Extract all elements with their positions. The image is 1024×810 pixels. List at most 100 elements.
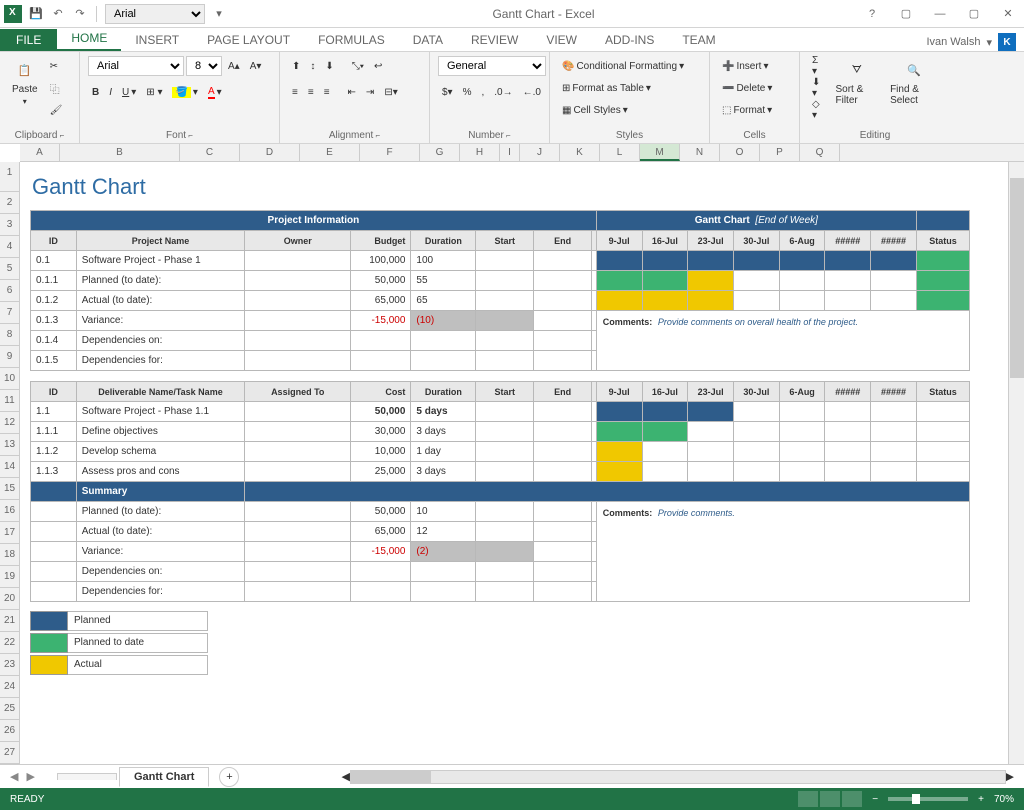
row-header-9[interactable]: 9 [0, 346, 20, 368]
row-header-12[interactable]: 12 [0, 412, 20, 434]
find-select-button[interactable]: 🔍 Find & Select [886, 56, 942, 108]
orientation-icon[interactable]: ⤡▾ [348, 56, 368, 76]
zoom-in-icon[interactable]: + [978, 794, 984, 805]
task-row[interactable]: 1.1Software Project - Phase 1.150,0005 d… [31, 402, 970, 422]
font-size-combo[interactable]: 8 [186, 56, 222, 76]
row-header-5[interactable]: 5 [0, 258, 20, 280]
col-header-N[interactable]: N [680, 144, 720, 161]
align-center-icon[interactable]: ≡ [304, 82, 318, 102]
align-top-icon[interactable]: ⬆ [288, 56, 304, 76]
sheet-tab-gantt[interactable]: Gantt Chart [119, 767, 210, 787]
paste-button[interactable]: 📋 Paste ▾ [8, 56, 42, 108]
row-header-19[interactable]: 19 [0, 566, 20, 588]
minimize-icon[interactable]: — [928, 4, 952, 24]
row-header-22[interactable]: 22 [0, 632, 20, 654]
merge-center-icon[interactable]: ⊟▾ [380, 82, 401, 102]
task-row[interactable]: 1.1.1Define objectives30,0003 days [31, 422, 970, 442]
border-button[interactable]: ⊞ ▾ [142, 82, 166, 102]
tab-data[interactable]: DATA [399, 29, 457, 51]
row-header-7[interactable]: 7 [0, 302, 20, 324]
help-icon[interactable]: ? [860, 4, 884, 24]
summary-row[interactable]: Planned (to date):50,00010Comments: Prov… [31, 502, 970, 522]
row-header-13[interactable]: 13 [0, 434, 20, 456]
cell-styles-button[interactable]: ▦ Cell Styles ▾ [558, 100, 632, 120]
row-header-1[interactable]: 1 [0, 162, 20, 192]
qat-dropdown-icon[interactable]: ▾ [211, 6, 227, 22]
row-header-18[interactable]: 18 [0, 544, 20, 566]
tab-team[interactable]: TEAM [668, 29, 729, 51]
row-header-17[interactable]: 17 [0, 522, 20, 544]
font-color-button[interactable]: A▾ [204, 82, 226, 102]
col-header-G[interactable]: G [420, 144, 460, 161]
clear-icon[interactable]: ◇ ▾ [808, 100, 828, 120]
tab-review[interactable]: REVIEW [457, 29, 532, 51]
accounting-format-icon[interactable]: $▾ [438, 82, 457, 102]
cut-icon[interactable]: ✂ [46, 56, 67, 76]
wrap-text-icon[interactable]: ↩ [370, 56, 386, 76]
col-header-F[interactable]: F [360, 144, 420, 161]
row-header-11[interactable]: 11 [0, 390, 20, 412]
align-bottom-icon[interactable]: ⬇ [321, 56, 337, 76]
tab-addins[interactable]: ADD-INS [591, 29, 668, 51]
conditional-formatting-button[interactable]: 🎨 Conditional Formatting ▾ [558, 56, 688, 76]
col-header-M[interactable]: M [640, 144, 680, 161]
row-header-6[interactable]: 6 [0, 280, 20, 302]
increase-font-icon[interactable]: A▴ [224, 56, 244, 76]
percent-format-icon[interactable]: % [459, 82, 476, 102]
task-row[interactable]: 1.1.3Assess pros and cons25,0003 days [31, 462, 970, 482]
maximize-icon[interactable]: ▢ [962, 4, 986, 24]
underline-button[interactable]: U ▾ [118, 82, 140, 102]
fill-icon[interactable]: ⬇ ▾ [808, 78, 828, 98]
add-sheet-button[interactable]: + [219, 767, 239, 787]
col-header-C[interactable]: C [180, 144, 240, 161]
horizontal-scrollbar[interactable]: ◀▶ [341, 770, 1014, 784]
font-name-combo[interactable]: Arial [88, 56, 184, 76]
sheet-nav-prev-icon[interactable]: ◀ [10, 770, 18, 783]
qat-font-select[interactable]: Arial [105, 4, 205, 24]
tab-view[interactable]: VIEW [532, 29, 591, 51]
row-header-2[interactable]: 2 [0, 192, 20, 214]
delete-cells-button[interactable]: ➖ Delete ▾ [718, 78, 776, 98]
italic-button[interactable]: I [105, 82, 116, 102]
align-middle-icon[interactable]: ↕ [306, 56, 319, 76]
zoom-level[interactable]: 70% [994, 794, 1014, 805]
comma-format-icon[interactable]: , [478, 82, 489, 102]
row-header-14[interactable]: 14 [0, 456, 20, 478]
row-header-27[interactable]: 27 [0, 742, 20, 764]
decrease-decimal-icon[interactable]: ←.0 [519, 82, 545, 102]
tab-file[interactable]: FILE [0, 29, 57, 51]
sheet-nav-next-icon[interactable]: ▶ [26, 770, 34, 783]
col-header-J[interactable]: J [520, 144, 560, 161]
fill-color-button[interactable]: 🪣▾ [168, 82, 201, 102]
decrease-font-icon[interactable]: A▾ [246, 56, 266, 76]
sheet-tab-1[interactable] [57, 773, 117, 780]
format-as-table-button[interactable]: ⊞ Format as Table ▾ [558, 78, 655, 98]
col-header-A[interactable]: A [20, 144, 60, 161]
format-painter-icon[interactable]: 🖌 [46, 100, 67, 120]
col-header-K[interactable]: K [560, 144, 600, 161]
increase-indent-icon[interactable]: ⇥ [362, 82, 378, 102]
col-header-H[interactable]: H [460, 144, 500, 161]
increase-decimal-icon[interactable]: .0→ [490, 82, 516, 102]
row-header-25[interactable]: 25 [0, 698, 20, 720]
project-row[interactable]: 0.1.3Variance:-15,000(10)Comments: Provi… [31, 311, 970, 331]
format-cells-button[interactable]: ⬚ Format ▾ [718, 100, 776, 120]
undo-icon[interactable]: ↶ [50, 6, 66, 22]
tab-formulas[interactable]: FORMULAS [304, 29, 399, 51]
user-avatar[interactable]: K [998, 33, 1016, 51]
col-header-D[interactable]: D [240, 144, 300, 161]
row-header-3[interactable]: 3 [0, 214, 20, 236]
redo-icon[interactable]: ↷ [72, 6, 88, 22]
project-row[interactable]: 0.1.1Planned (to date):50,00055 [31, 271, 970, 291]
tab-home[interactable]: HOME [57, 27, 121, 51]
copy-icon[interactable]: ⿻ [46, 78, 67, 98]
tab-page-layout[interactable]: PAGE LAYOUT [193, 29, 304, 51]
col-header-O[interactable]: O [720, 144, 760, 161]
col-header-Q[interactable]: Q [800, 144, 840, 161]
autosum-icon[interactable]: Σ ▾ [808, 56, 828, 76]
row-header-16[interactable]: 16 [0, 500, 20, 522]
col-header-L[interactable]: L [600, 144, 640, 161]
col-header-E[interactable]: E [300, 144, 360, 161]
project-row[interactable]: 0.1Software Project - Phase 1100,000100 [31, 251, 970, 271]
insert-cells-button[interactable]: ➕ Insert ▾ [718, 56, 773, 76]
